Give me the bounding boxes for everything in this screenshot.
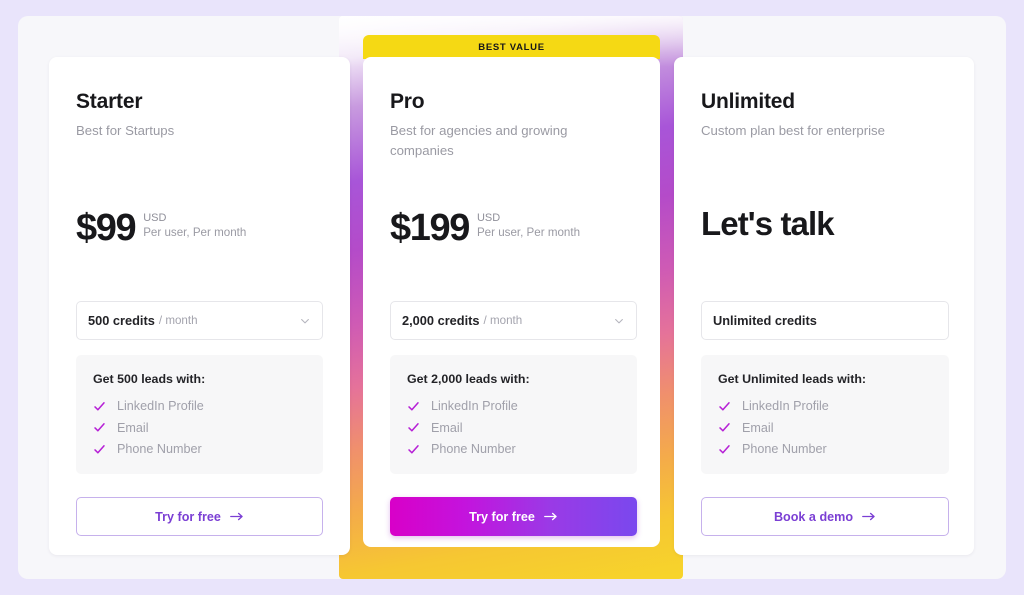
pricing-card-unlimited[interactable]: Unlimited Custom plan best for enterpris… [674,57,974,555]
plan-tagline-pro: Best for agencies and growing companies [390,123,568,159]
price-period-starter: Per user, Per month [143,225,247,239]
feature-label: Phone Number [742,442,827,456]
feature-label: LinkedIn Profile [742,399,829,413]
arrow-right-icon [862,512,875,521]
price-amount-pro: $199 [390,207,470,249]
feature-item: Phone Number [407,442,620,456]
price-period-pro: Per user, Per month [476,225,581,239]
credits-select-pro[interactable]: 2,000 credits / month [390,301,637,340]
best-value-badge-label: BEST VALUE [478,41,545,53]
arrow-right-icon [544,512,557,521]
feature-label: Email [431,420,463,435]
check-icon [719,401,730,411]
plan-tagline-unlimited: Custom plan best for enterprise [701,123,885,138]
feature-panel-unlimited: Get Unlimited leads with: LinkedIn Profi… [701,355,949,474]
feature-panel-pro: Get 2,000 leads with: LinkedIn Profile E… [390,355,637,474]
cta-label: Try for free [155,509,221,524]
credits-amount-unlimited: Unlimited credits [713,313,817,328]
credits-field-unlimited: Unlimited credits [701,301,949,340]
book-a-demo-button[interactable]: Book a demo [701,497,949,536]
feature-panel-starter: Get 500 leads with: LinkedIn Profile Ema… [76,355,323,474]
feature-title-unlimited: Get Unlimited leads with: [718,372,867,386]
best-value-badge: BEST VALUE [363,35,660,59]
feature-label: Phone Number [431,442,516,456]
price-currency-pro: USD [476,212,501,224]
price-meta-starter: USD Per user, Per month [143,212,246,240]
price-block-starter: $99 USD Per user, Per month [76,209,246,247]
feature-item: LinkedIn Profile [718,399,932,413]
cta-label: Book a demo [773,509,854,524]
credits-amount-pro: 2,000 credits [402,313,480,328]
credits-period-starter: / month [158,314,198,327]
check-icon [94,423,105,432]
feature-item: Email [93,421,306,435]
pricing-card-pro[interactable]: Pro Best for agencies and growing compan… [363,57,660,547]
pricing-card-starter[interactable]: Starter Best for Startups $99 USD Per us… [49,57,350,555]
credits-amount-starter: 500 credits [88,313,155,328]
feature-label: LinkedIn Profile [431,399,518,413]
feature-item: Email [407,421,620,435]
check-icon [719,423,730,432]
arrow-right-icon [230,512,243,521]
plan-name-starter: Starter [76,90,143,113]
check-icon [94,444,105,454]
try-for-free-button-pro[interactable]: Try for free [390,497,637,536]
feature-label: LinkedIn Profile [117,399,204,413]
credits-select-starter[interactable]: 500 credits / month [76,301,323,340]
credits-period-pro: / month [483,314,523,327]
check-icon [408,423,419,432]
price-currency-starter: USD [143,212,167,224]
plan-name-pro: Pro [390,90,425,113]
check-icon [94,401,105,411]
check-icon [719,444,730,454]
feature-item: LinkedIn Profile [407,399,620,413]
plan-tagline-starter: Best for Startups [76,123,175,138]
cta-label: Try for free [469,509,535,524]
try-for-free-button-starter[interactable]: Try for free [76,497,323,536]
chevron-down-icon[interactable] [613,315,625,327]
feature-item: LinkedIn Profile [93,399,306,413]
check-icon [408,444,419,454]
feature-title-starter: Get 500 leads with: [93,372,206,386]
check-icon [408,401,419,411]
feature-label: Phone Number [117,442,202,456]
feature-item: Email [718,421,932,435]
price-text-unlimited: Let's talk [701,205,835,242]
feature-title-pro: Get 2,000 leads with: [407,372,530,386]
pricing-page: BEST VALUE Starter Best for Startups $99… [0,0,1024,595]
price-meta-pro: USD Per user, Per month [477,212,580,240]
feature-item: Phone Number [718,442,932,456]
feature-label: Email [117,420,149,435]
price-amount-starter: $99 [76,207,137,249]
plan-name-unlimited: Unlimited [701,90,795,113]
price-block-pro: $199 USD Per user, Per month [390,209,580,247]
feature-label: Email [742,420,774,435]
chevron-down-icon[interactable] [299,315,311,327]
feature-item: Phone Number [93,442,306,456]
